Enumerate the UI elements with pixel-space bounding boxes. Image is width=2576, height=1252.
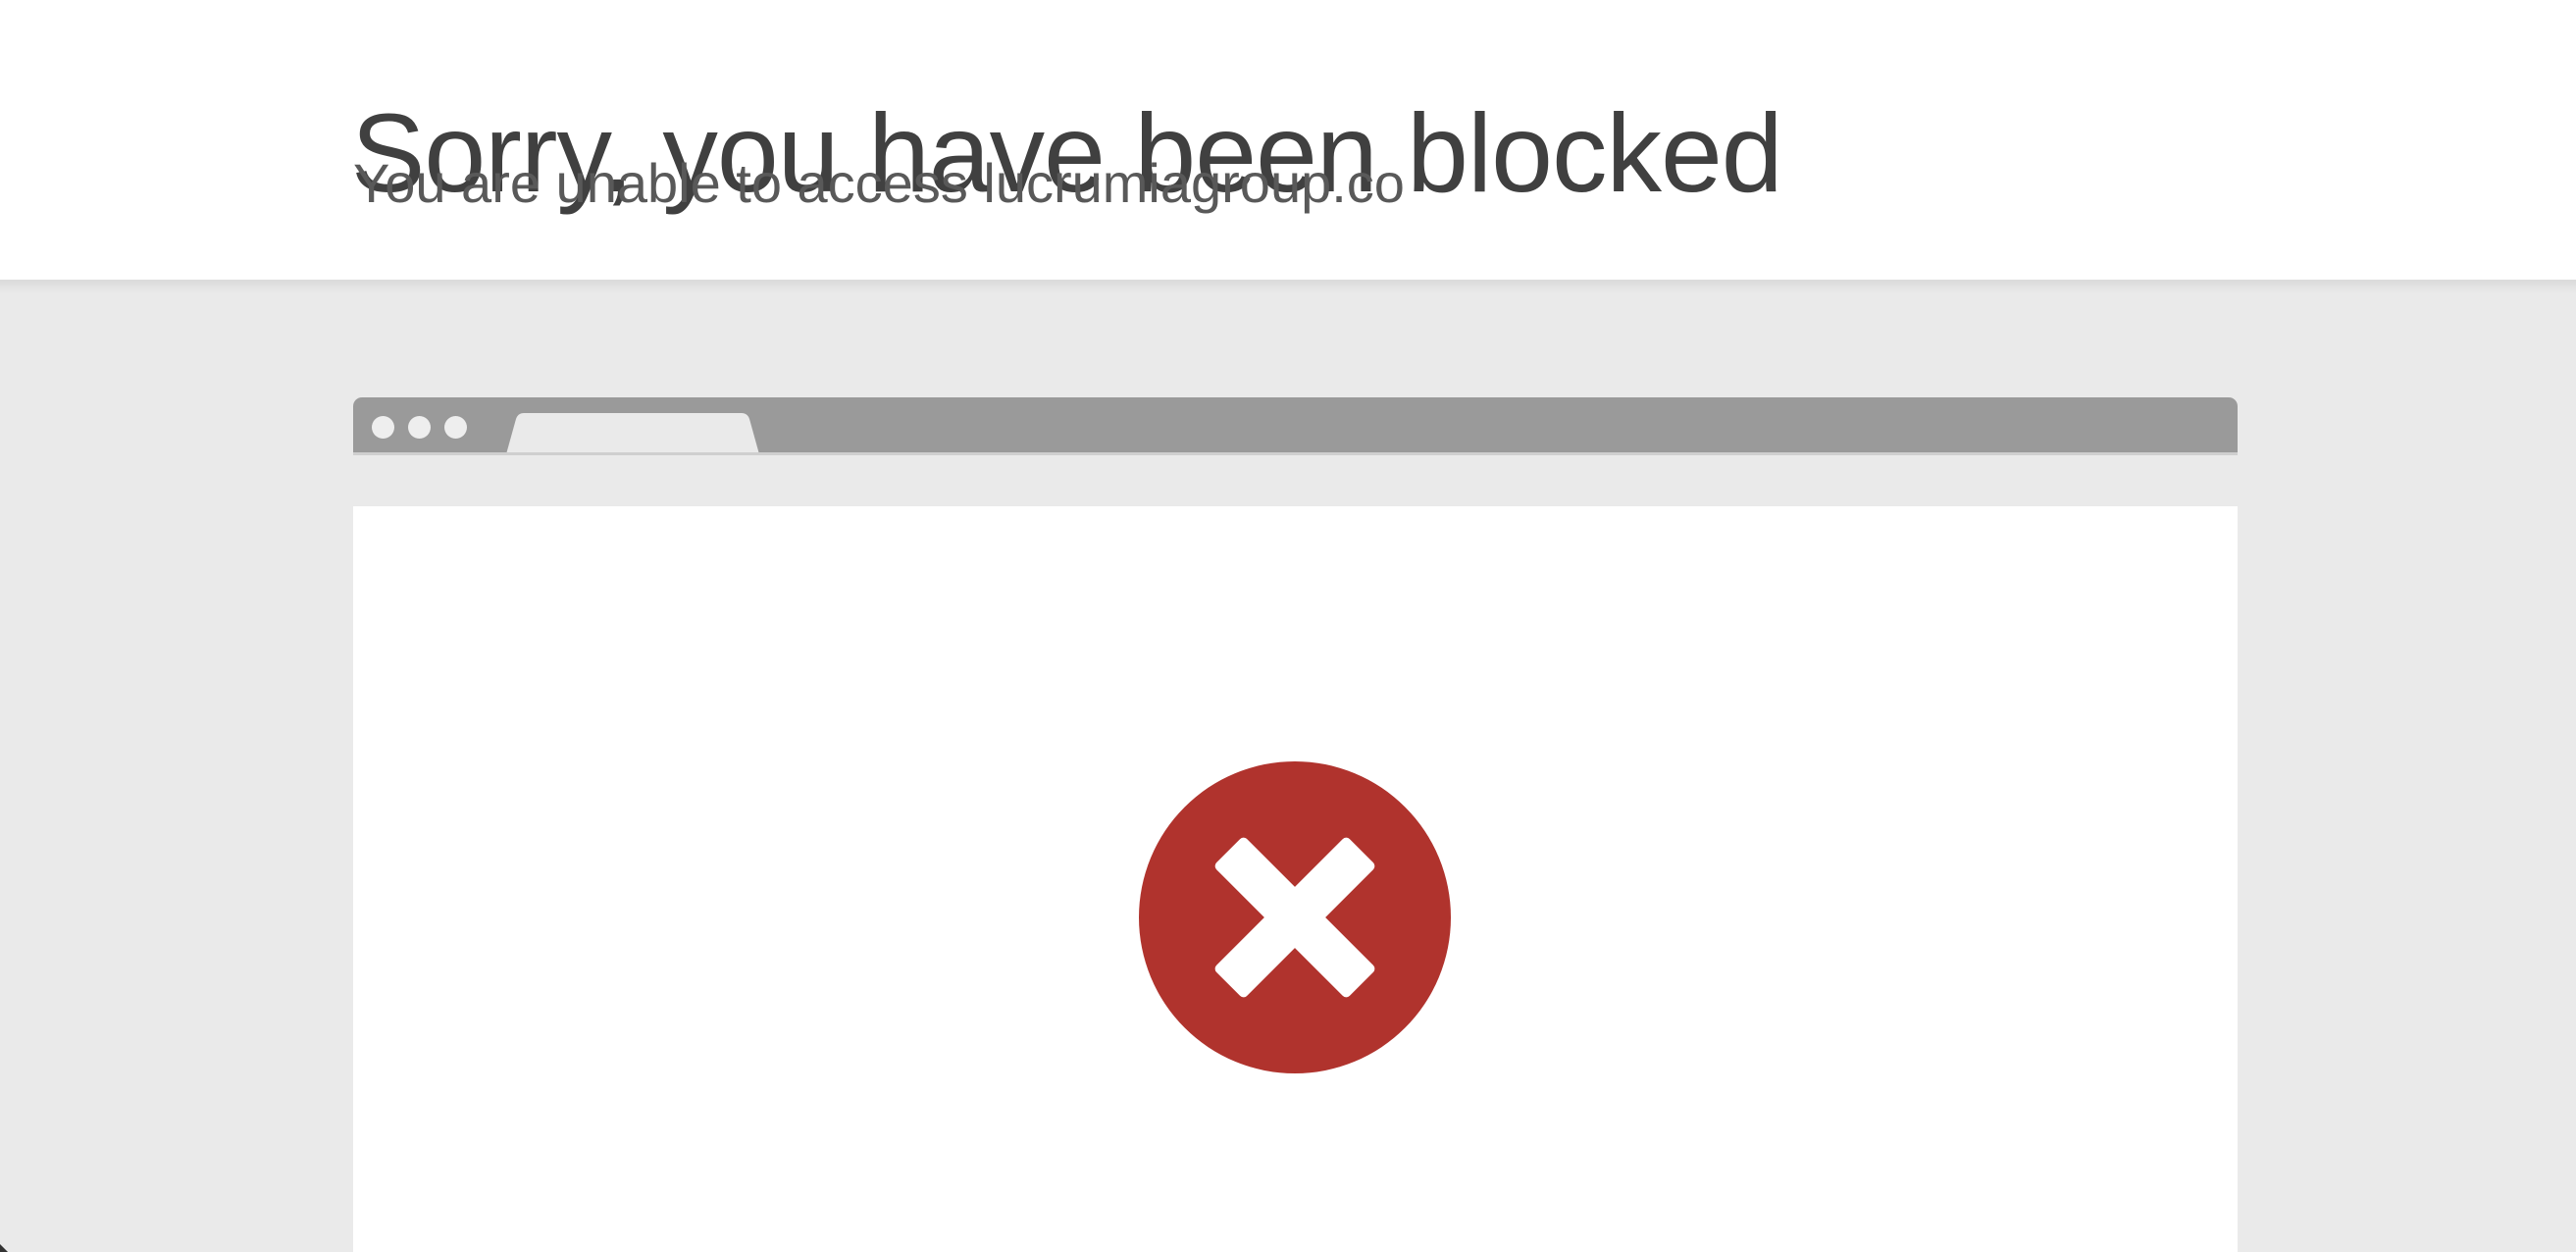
blocked-x-icon bbox=[1139, 761, 1451, 1073]
window-dot-icon bbox=[444, 416, 467, 439]
window-dot-icon bbox=[408, 416, 431, 439]
browser-title-bar bbox=[353, 397, 2238, 454]
page-header: Sorry, you have been blocked You are una… bbox=[0, 0, 2576, 280]
browser-content-area bbox=[353, 506, 2238, 1252]
browser-illustration bbox=[353, 397, 2238, 1252]
browser-tab-icon bbox=[506, 413, 759, 454]
corner-mark-icon bbox=[0, 1244, 8, 1252]
window-dot-icon bbox=[372, 416, 394, 439]
browser-address-area bbox=[353, 455, 2238, 506]
page-subtitle: You are unable to access lucrumiagroup.c… bbox=[353, 152, 1405, 214]
